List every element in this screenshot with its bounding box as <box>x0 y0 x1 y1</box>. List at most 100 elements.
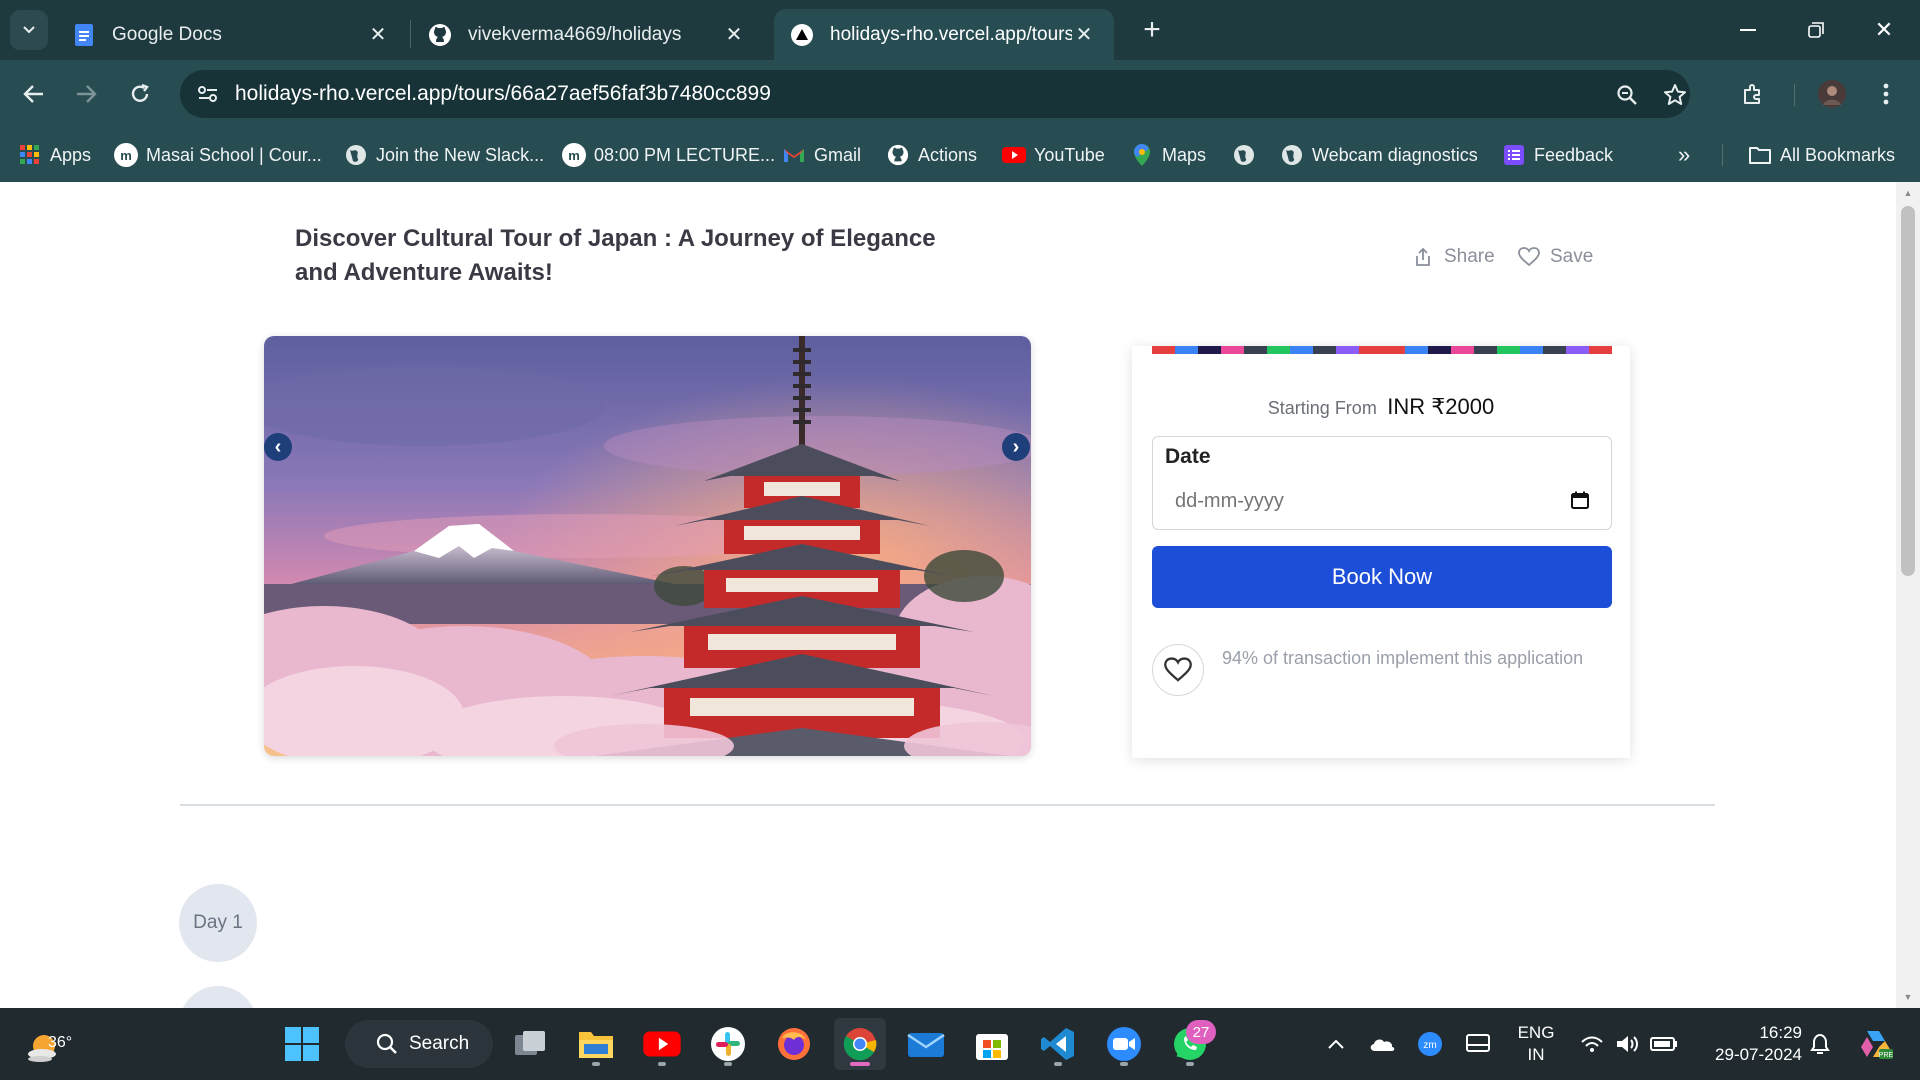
book-now-button[interactable]: Book Now <box>1152 546 1612 608</box>
stripe-segment <box>1359 346 1382 354</box>
zoom-icon[interactable] <box>1614 82 1640 108</box>
tour-hero-image <box>264 336 1031 756</box>
stripe-segment <box>1290 346 1313 354</box>
restore-icon[interactable] <box>1796 12 1836 48</box>
running-indicator <box>850 1062 870 1066</box>
scroll-up-icon[interactable]: ▲ <box>1902 188 1914 198</box>
bookmark-maps[interactable]: Maps <box>1130 141 1206 169</box>
weather-temperature: 36° <box>48 1034 73 1051</box>
search-icon <box>375 1032 399 1056</box>
system-clock[interactable]: 16:29 29-07-2024 <box>1692 1022 1802 1066</box>
taskbar-whatsapp[interactable]: 27 <box>1164 1018 1216 1070</box>
bookmark-globe[interactable] <box>1232 141 1264 169</box>
close-icon[interactable]: ✕ <box>366 23 390 47</box>
bookmark-lecture[interactable]: m 08:00 PM LECTURE... <box>562 141 775 169</box>
bookmark-label: YouTube <box>1034 144 1105 165</box>
bookmark-masai-school[interactable]: m Masai School | Cour... <box>114 141 322 169</box>
taskbar-mail[interactable] <box>900 1018 952 1070</box>
bookmark-label: All Bookmarks <box>1780 144 1896 165</box>
minimize-icon[interactable] <box>1728 12 1768 48</box>
reload-icon[interactable] <box>120 74 160 114</box>
tab-holidays-tour[interactable]: holidays-rho.vercel.app/tours/6 ✕ <box>774 9 1114 60</box>
address-bar[interactable]: holidays-rho.vercel.app/tours/66a27aef56… <box>180 70 1690 118</box>
tab-github-repo[interactable]: vivekverma4669/holidays ✕ <box>412 9 764 60</box>
itinerary-day-1[interactable]: Day 1 <box>179 884 257 962</box>
all-bookmarks-button[interactable]: All Bookmarks <box>1748 141 1895 169</box>
stripe-segment <box>1198 346 1221 354</box>
bookmark-feedback[interactable]: Feedback <box>1502 141 1613 169</box>
start-button[interactable] <box>276 1018 328 1070</box>
close-icon[interactable]: ✕ <box>722 23 746 47</box>
more-menu-icon[interactable] <box>1868 76 1904 112</box>
notifications-icon[interactable] <box>1804 1028 1836 1060</box>
taskbar-file-explorer[interactable] <box>570 1018 622 1070</box>
tab-strip: Google Docs ✕ vivekverma4669/holidays ✕ … <box>0 0 1920 60</box>
date-input[interactable] <box>1163 485 1601 517</box>
bookmarks-overflow-icon[interactable]: » <box>1678 141 1690 169</box>
new-tab-button[interactable]: + <box>1136 13 1168 46</box>
bookmarks-divider <box>1722 144 1723 166</box>
forward-icon[interactable] <box>66 74 106 114</box>
wishlist-button[interactable] <box>1152 644 1204 696</box>
taskbar-vscode[interactable] <box>1032 1018 1084 1070</box>
site-info-icon[interactable] <box>194 80 222 108</box>
bookmark-apps[interactable]: Apps <box>18 141 91 169</box>
calendar-icon[interactable] <box>1569 489 1591 511</box>
carousel-prev-button[interactable]: ‹ <box>264 433 292 461</box>
battery-icon[interactable] <box>1648 1028 1680 1060</box>
bookmark-star-icon[interactable] <box>1662 82 1688 108</box>
zoom-tray-icon[interactable]: zm <box>1414 1028 1446 1060</box>
stripe-segment <box>1589 346 1612 354</box>
carousel-next-button[interactable]: › <box>1002 433 1030 461</box>
taskbar-firefox[interactable] <box>768 1018 820 1070</box>
itinerary-day-next[interactable] <box>179 986 257 1008</box>
running-indicator <box>1186 1062 1194 1066</box>
tab-search-button[interactable] <box>10 10 48 50</box>
close-window-icon[interactable]: ✕ <box>1864 12 1904 48</box>
bookmark-label: Masai School | Cour... <box>146 144 322 165</box>
firefox-icon <box>778 1028 810 1060</box>
date-label: Date <box>1165 445 1211 468</box>
scroll-down-icon[interactable]: ▼ <box>1902 992 1914 1002</box>
share-button[interactable]: Share <box>1412 242 1495 272</box>
weather-widget[interactable]: 36° <box>24 1022 84 1066</box>
chrome-icon <box>843 1028 877 1061</box>
profile-avatar[interactable] <box>1814 76 1850 112</box>
google-docs-icon <box>72 23 96 47</box>
tab-title: Google Docs <box>112 23 222 45</box>
globe-icon <box>1280 143 1304 167</box>
extensions-icon[interactable] <box>1735 76 1771 112</box>
bookmark-join-slack[interactable]: Join the New Slack... <box>344 141 544 169</box>
display-icon[interactable] <box>1462 1028 1494 1060</box>
bookmark-youtube[interactable]: YouTube <box>1002 141 1105 169</box>
tray-overflow-icon[interactable] <box>1320 1028 1352 1060</box>
taskbar-youtube[interactable] <box>636 1018 688 1070</box>
bookmark-label: Join the New Slack... <box>376 144 545 165</box>
mail-icon <box>907 1033 945 1057</box>
page-scrollbar[interactable]: ▲ ▼ <box>1896 182 1920 1008</box>
task-view-button[interactable] <box>504 1018 556 1070</box>
wifi-icon[interactable] <box>1576 1028 1608 1060</box>
close-icon[interactable]: ✕ <box>1072 23 1096 47</box>
bookmark-gmail[interactable]: Gmail <box>782 141 861 169</box>
bookmark-actions[interactable]: Actions <box>886 141 977 169</box>
globe-icon <box>344 143 368 167</box>
taskbar-search[interactable]: Search <box>345 1020 493 1068</box>
language-indicator[interactable]: ENG IN <box>1512 1022 1560 1066</box>
onedrive-icon[interactable] <box>1366 1028 1398 1060</box>
taskbar-ms-store[interactable] <box>966 1018 1018 1070</box>
bookmarks-bar: Apps m Masai School | Cour... Join the N… <box>0 128 1920 182</box>
copilot-icon[interactable]: PRE <box>1856 1024 1896 1064</box>
save-button[interactable]: Save <box>1518 242 1593 272</box>
taskbar-slack[interactable] <box>702 1018 754 1070</box>
back-icon[interactable] <box>14 74 54 114</box>
taskbar-zoom[interactable] <box>1098 1018 1150 1070</box>
scrollbar-thumb[interactable] <box>1901 206 1915 576</box>
toolbar-divider <box>1794 84 1795 106</box>
bookmark-webcam-diagnostics[interactable]: Webcam diagnostics <box>1280 141 1478 169</box>
stripe-segment <box>1152 346 1175 354</box>
clock-date: 29-07-2024 <box>1715 1045 1802 1064</box>
volume-icon[interactable] <box>1612 1028 1644 1060</box>
taskbar-chrome[interactable] <box>834 1018 886 1070</box>
tab-google-docs[interactable]: Google Docs ✕ <box>56 9 408 60</box>
